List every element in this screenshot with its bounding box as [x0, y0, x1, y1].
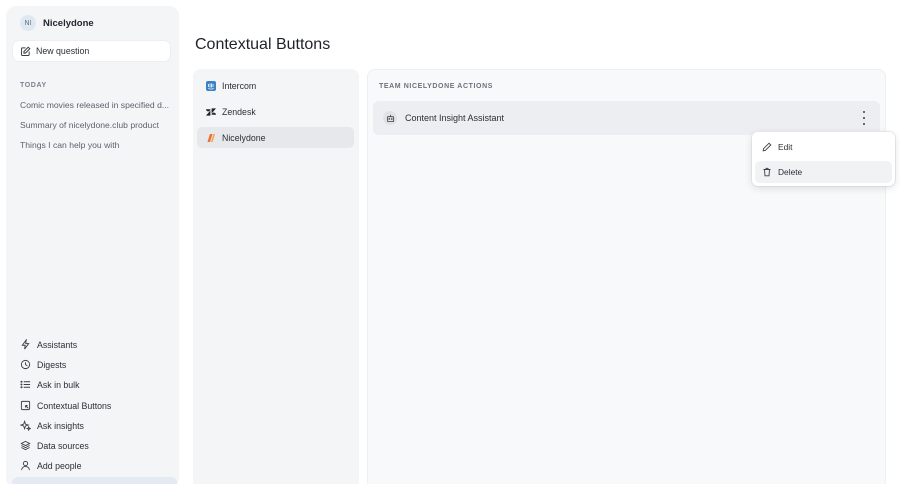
menu-item-edit[interactable]: Edit	[755, 136, 892, 158]
pencil-icon	[762, 142, 772, 152]
nav-item-ask-in-bulk[interactable]: Ask in bulk	[20, 379, 80, 390]
nav-item-label: Assistants	[37, 339, 78, 350]
contextual-button-icon	[20, 400, 31, 411]
nav-item-label: Data sources	[37, 440, 89, 451]
history-item[interactable]: Comic movies released in specified d...	[20, 100, 172, 110]
integration-label: Zendesk	[222, 106, 256, 117]
action-item[interactable]: Content Insight Assistant	[373, 101, 880, 135]
integration-item-intercom[interactable]: Intercom	[197, 75, 354, 96]
nav-item-assistants[interactable]: Assistants	[20, 339, 77, 350]
history-section-label: TODAY	[20, 82, 47, 89]
workspace-switcher[interactable]: NI Nicelydone	[20, 15, 94, 31]
digest-icon	[20, 359, 31, 370]
context-menu: Edit Delete	[752, 132, 895, 186]
nav-item-add-people[interactable]: Add people	[20, 460, 82, 471]
sparkle-icon	[20, 420, 31, 431]
integration-list: Intercom Zendesk Nicelydone	[193, 69, 359, 484]
new-question-button[interactable]: New question	[13, 41, 170, 61]
integration-label: Intercom	[222, 80, 257, 91]
workspace-name: Nicelydone	[43, 17, 94, 29]
integration-label: Nicelydone	[222, 132, 266, 143]
history-item[interactable]: Summary of nicelydone.club product	[20, 120, 172, 130]
integration-item-zendesk[interactable]: Zendesk	[197, 101, 354, 122]
nav-item-label: Digests	[37, 359, 67, 370]
nav-item-data-sources[interactable]: Data sources	[20, 440, 89, 451]
nav-item-digests[interactable]: Digests	[20, 359, 66, 370]
lightning-icon	[21, 339, 30, 350]
page-title: Contextual Buttons	[195, 36, 331, 53]
more-options-icon[interactable]	[862, 111, 866, 125]
nav-item-label: Ask in bulk	[37, 379, 80, 390]
workspace-avatar: NI	[20, 15, 36, 31]
actions-section-label: TEAM NICELYDONE ACTIONS	[379, 83, 494, 90]
nav-item-label: Ask insights	[37, 420, 84, 431]
layers-icon	[20, 440, 31, 451]
sidebar: NI Nicelydone New question TODAY Comic m…	[6, 6, 179, 484]
new-question-label: New question	[36, 46, 90, 56]
intercom-icon	[206, 80, 216, 91]
trash-icon	[763, 167, 771, 177]
nav-item-label: Contextual Buttons	[37, 400, 112, 411]
list-icon	[20, 380, 31, 389]
nav-item-contextual-buttons[interactable]: Contextual Buttons	[20, 400, 111, 411]
menu-item-delete[interactable]: Delete	[755, 161, 892, 183]
menu-item-label: Delete	[778, 167, 803, 177]
action-label: Content Insight Assistant	[405, 113, 505, 123]
history-item[interactable]: Things I can help you with	[20, 140, 172, 150]
integration-item-nicelydone[interactable]: Nicelydone	[197, 127, 354, 148]
menu-item-label: Edit	[778, 142, 793, 152]
compose-icon	[21, 45, 31, 56]
zendesk-icon	[206, 107, 216, 116]
nicelydone-icon	[207, 133, 215, 142]
sidebar-active-item[interactable]	[12, 477, 177, 484]
person-icon	[21, 460, 30, 471]
bot-icon	[383, 111, 397, 125]
nav-item-label: Add people	[37, 460, 82, 471]
nav-item-ask-insights[interactable]: Ask insights	[20, 420, 84, 431]
